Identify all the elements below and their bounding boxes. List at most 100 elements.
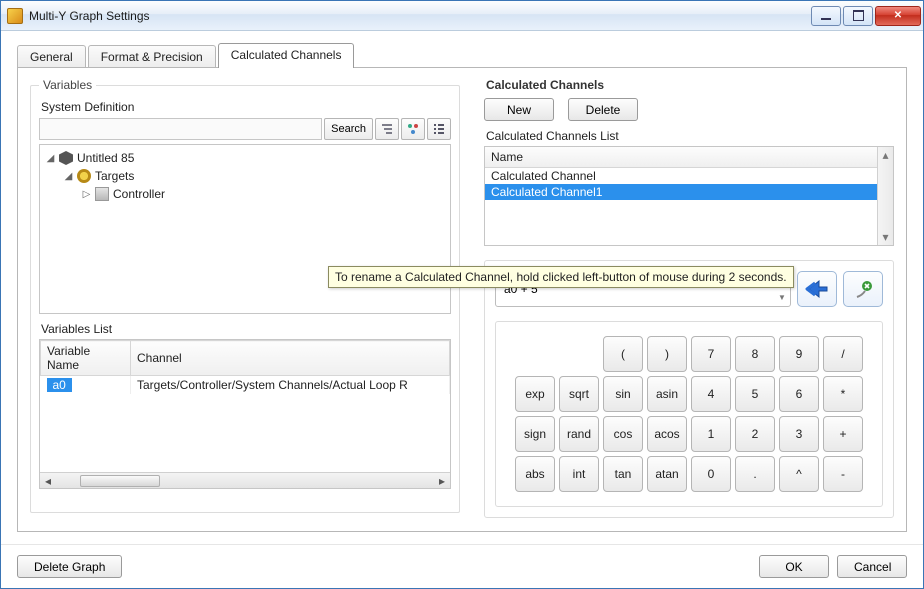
tree-node-targets[interactable]: ◢ Targets — [44, 167, 446, 185]
keypad-[interactable]: * — [823, 376, 863, 412]
calculator-area: ▲ ▼ ()789/expsqrtsinasin456*signrandcos — [484, 260, 894, 518]
keypad-blank — [559, 336, 599, 372]
keypad-6[interactable]: 6 — [779, 376, 819, 412]
scroll-thumb[interactable] — [80, 475, 160, 487]
keypad-[interactable]: ^ — [779, 456, 819, 492]
variables-list-label: Variables List — [41, 322, 451, 336]
table-row[interactable]: a0 Targets/Controller/System Channels/Ac… — [41, 376, 450, 395]
calculated-channels-list[interactable]: Name Calculated Channel Calculated Chann… — [484, 146, 894, 246]
keypad-[interactable]: ( — [603, 336, 643, 372]
keypad-3[interactable]: 3 — [779, 416, 819, 452]
keypad-2[interactable]: 2 — [735, 416, 775, 452]
tab-format-precision[interactable]: Format & Precision — [88, 45, 216, 68]
keypad-exp[interactable]: exp — [515, 376, 555, 412]
controller-icon — [95, 187, 109, 201]
system-definition-label: System Definition — [41, 100, 451, 114]
cancel-button[interactable]: Cancel — [837, 555, 907, 578]
keypad-[interactable]: ) — [647, 336, 687, 372]
keypad-sqrt[interactable]: sqrt — [559, 376, 599, 412]
variables-grid[interactable]: Variable Name Channel a0 Targets/Control… — [39, 339, 451, 489]
cc-buttons-row: New Delete — [484, 98, 894, 121]
col-variable-name[interactable]: Variable Name — [41, 341, 131, 376]
cc-list-header: Name — [485, 147, 893, 168]
expand-toggle-icon[interactable]: ◢ — [46, 153, 55, 164]
col-channel[interactable]: Channel — [131, 341, 450, 376]
keypad-rand[interactable]: rand — [559, 416, 599, 452]
keypad-4[interactable]: 4 — [691, 376, 731, 412]
targets-icon — [77, 169, 91, 183]
cube-icon — [59, 151, 73, 165]
horizontal-scrollbar[interactable]: ◂ ▸ — [40, 472, 450, 488]
keypad-8[interactable]: 8 — [735, 336, 775, 372]
scroll-up-icon[interactable]: ▴ — [878, 147, 893, 163]
keypad-abs[interactable]: abs — [515, 456, 555, 492]
keypad-sign[interactable]: sign — [515, 416, 555, 452]
tree-filter-icon[interactable] — [401, 118, 425, 140]
new-button[interactable]: New — [484, 98, 554, 121]
scroll-left-icon[interactable]: ◂ — [40, 473, 56, 489]
keypad-atan[interactable]: atan — [647, 456, 687, 492]
keypad-[interactable]: - — [823, 456, 863, 492]
keypad-sin[interactable]: sin — [603, 376, 643, 412]
app-icon — [7, 8, 23, 24]
clear-button[interactable] — [843, 271, 883, 307]
keypad-1[interactable]: 1 — [691, 416, 731, 452]
tab-general[interactable]: General — [17, 45, 86, 68]
list-item[interactable]: Calculated Channel1 — [485, 184, 893, 200]
tree-collapse-icon[interactable] — [375, 118, 399, 140]
keypad-5[interactable]: 5 — [735, 376, 775, 412]
cc-list-label: Calculated Channels List — [486, 129, 894, 143]
spin-down-icon[interactable]: ▼ — [774, 289, 790, 306]
window-buttons: ✕ — [811, 6, 921, 26]
calculated-channels-header: Calculated Channels — [486, 78, 894, 92]
close-button[interactable]: ✕ — [875, 6, 921, 26]
window-title: Multi-Y Graph Settings — [29, 9, 811, 23]
keypad-blank — [515, 336, 555, 372]
delete-graph-button[interactable]: Delete Graph — [17, 555, 122, 578]
keypad-[interactable]: + — [823, 416, 863, 452]
variable-name-cell: a0 — [47, 378, 72, 392]
variable-channel-cell: Targets/Controller/System Channels/Actua… — [131, 376, 450, 395]
expand-toggle-icon[interactable]: ◢ — [64, 171, 73, 182]
keypad-[interactable]: / — [823, 336, 863, 372]
insert-button[interactable] — [797, 271, 837, 307]
keypad: ()789/ expsqrtsinasin456* signrandcosacos1… — [495, 321, 883, 507]
dialog-body: General Format & Precision Calculated Ch… — [1, 31, 923, 544]
keypad-acos[interactable]: acos — [647, 416, 687, 452]
calculated-channels-panel: Calculated Channels New Delete Calculate… — [484, 78, 894, 521]
tab-content: To rename a Calculated Channel, hold cli… — [17, 67, 907, 532]
expand-toggle-icon[interactable]: ▷ — [82, 189, 91, 200]
minimize-button[interactable] — [811, 6, 841, 26]
rename-tooltip: To rename a Calculated Channel, hold cli… — [328, 266, 794, 288]
keypad-asin[interactable]: asin — [647, 376, 687, 412]
delete-button[interactable]: Delete — [568, 98, 638, 121]
keypad-7[interactable]: 7 — [691, 336, 731, 372]
tab-calculated-channels[interactable]: Calculated Channels — [218, 43, 355, 68]
tree-controller-label: Controller — [113, 187, 165, 201]
variables-group-title: Variables — [39, 78, 96, 92]
variables-panel: Variables System Definition Search — [30, 78, 460, 521]
search-button[interactable]: Search — [324, 118, 373, 140]
vertical-scrollbar[interactable]: ▴ ▾ — [877, 147, 893, 245]
system-definition-tree[interactable]: ◢ Untitled 85 ◢ Targets ▷ Control — [39, 144, 451, 314]
tree-list-icon[interactable] — [427, 118, 451, 140]
scroll-down-icon[interactable]: ▾ — [878, 229, 893, 245]
keypad-tan[interactable]: tan — [603, 456, 643, 492]
tree-node-root[interactable]: ◢ Untitled 85 — [44, 149, 446, 167]
list-item[interactable]: Calculated Channel — [485, 168, 893, 184]
tree-root-label: Untitled 85 — [77, 151, 134, 165]
tab-strip: General Format & Precision Calculated Ch… — [17, 43, 907, 68]
maximize-button[interactable] — [843, 6, 873, 26]
keypad-int[interactable]: int — [559, 456, 599, 492]
settings-window: Multi-Y Graph Settings ✕ General Format … — [0, 0, 924, 589]
ok-button[interactable]: OK — [759, 555, 829, 578]
search-input[interactable] — [39, 118, 322, 140]
scroll-right-icon[interactable]: ▸ — [434, 473, 450, 489]
keypad-9[interactable]: 9 — [779, 336, 819, 372]
keypad-0[interactable]: 0 — [691, 456, 731, 492]
keypad-cos[interactable]: cos — [603, 416, 643, 452]
tree-node-controller[interactable]: ▷ Controller — [44, 185, 446, 203]
variables-table: Variable Name Channel a0 Targets/Control… — [40, 340, 450, 394]
search-row: Search — [39, 118, 451, 140]
keypad-[interactable]: . — [735, 456, 775, 492]
